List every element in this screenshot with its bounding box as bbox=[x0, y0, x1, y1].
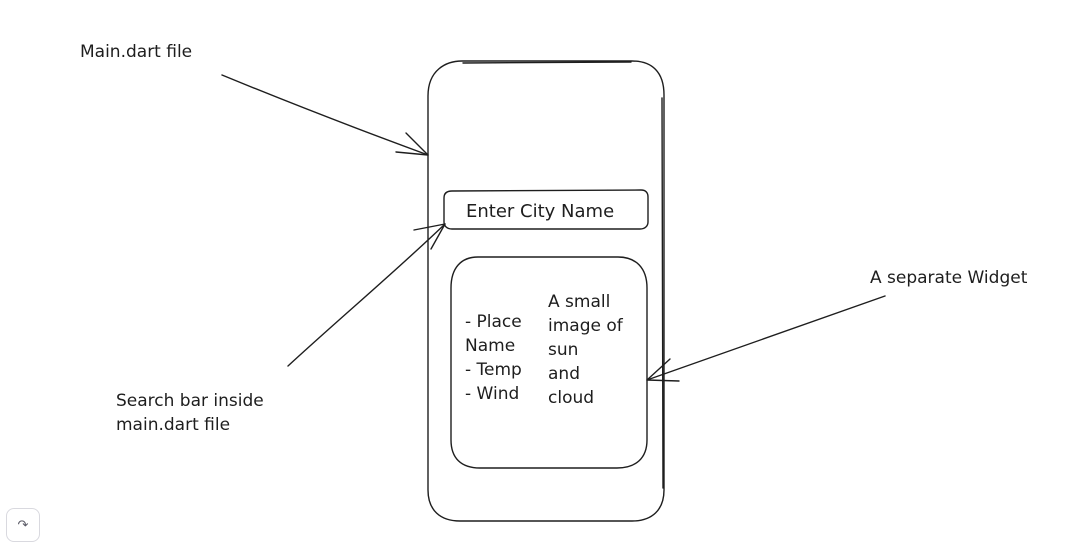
weather-image-note: A small image of sun and cloud bbox=[548, 290, 623, 410]
whiteboard-canvas: Main.dart file Search bar inside main.da… bbox=[0, 0, 1087, 549]
redo-button[interactable]: ↷ bbox=[6, 508, 40, 542]
search-bar-note-line: Search bar inside bbox=[116, 391, 264, 411]
main-dart-file-label: Main.dart file bbox=[80, 42, 193, 62]
phone-frame-edge bbox=[462, 61, 664, 489]
arrow-main-file-head bbox=[395, 132, 429, 156]
image-note-line: image of bbox=[548, 316, 623, 336]
image-note-line: and bbox=[548, 364, 580, 384]
weather-detail-line: - Place bbox=[465, 312, 522, 332]
weather-detail-line: - Wind bbox=[465, 384, 520, 404]
weather-details-list: - Place Name - Temp - Wind bbox=[465, 310, 522, 406]
search-bar-note-label: Search bar inside main.dart file bbox=[116, 389, 264, 437]
search-input-placeholder: Enter City Name bbox=[466, 201, 615, 222]
image-note-line: A small bbox=[548, 292, 611, 312]
search-bar-note-line: main.dart file bbox=[116, 415, 231, 435]
arrow-search-bar bbox=[287, 223, 446, 367]
arrow-widget bbox=[646, 295, 886, 381]
image-note-line: cloud bbox=[548, 388, 595, 408]
weather-detail-line: - Temp bbox=[465, 360, 522, 380]
redo-icon: ↷ bbox=[17, 517, 29, 533]
separate-widget-label: A separate Widget bbox=[870, 268, 1028, 288]
weather-detail-line: Name bbox=[465, 336, 516, 356]
image-note-line: sun bbox=[548, 340, 579, 360]
arrow-main-file bbox=[221, 74, 429, 156]
phone-frame bbox=[427, 60, 665, 522]
